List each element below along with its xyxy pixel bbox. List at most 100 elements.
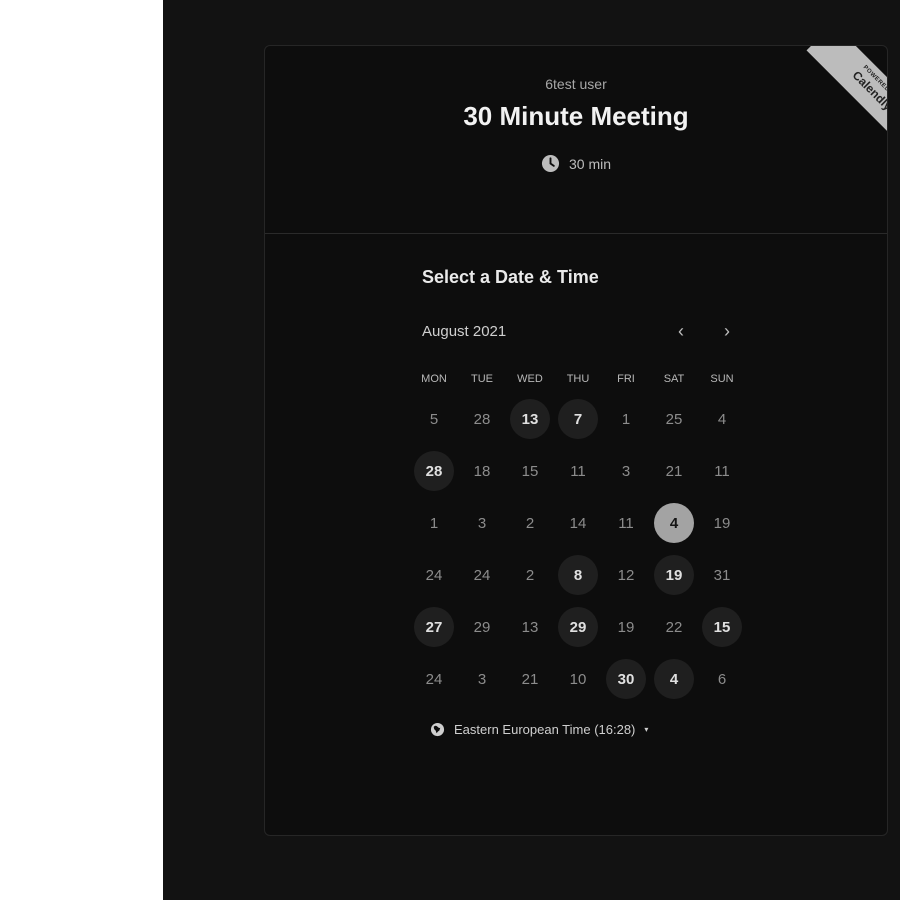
month-label: August 2021: [422, 323, 507, 340]
clock-icon: [541, 154, 560, 173]
calendar-day: 5: [429, 410, 439, 428]
calendar-day-cell: 24: [410, 549, 458, 601]
calendar-day-cell: 31: [698, 549, 746, 601]
calendar-day-cell: 15: [506, 445, 554, 497]
calendar-day-cell: 14: [554, 497, 602, 549]
calendar-day-available[interactable]: 27: [414, 607, 454, 647]
weekday-label: SAT: [663, 373, 685, 385]
calendar-day-selected[interactable]: 4: [654, 503, 694, 543]
chevron-right-icon: ›: [724, 320, 730, 341]
calendar-day-cell: 30: [602, 653, 650, 705]
calendar-day: 19: [713, 514, 731, 532]
left-blank-area: [0, 0, 163, 900]
calendar-day-available[interactable]: 4: [654, 659, 694, 699]
calendar-day: 11: [570, 462, 586, 480]
calendar-day: 31: [713, 566, 731, 584]
weekday-label: FRI: [617, 373, 635, 385]
calendar-day: 2: [525, 566, 535, 584]
calendar-week-row: 24 3 21 10 30 4 6: [410, 653, 746, 705]
calendar-day: 19: [617, 618, 635, 636]
calendar-day-cell: 21: [650, 445, 698, 497]
calendar-day-available[interactable]: 29: [558, 607, 598, 647]
globe-icon: [430, 722, 445, 737]
calendar-day-cell: 24: [458, 549, 506, 601]
calendar-day: 22: [665, 618, 683, 636]
calendar-week-row: 24 24 2 8 12 19 31: [410, 549, 746, 601]
calendar-day-cell: 4: [650, 653, 698, 705]
calendar-day-cell: 11: [554, 445, 602, 497]
calendar-day-cell: 11: [698, 445, 746, 497]
calendar-day: 24: [425, 670, 443, 688]
calendar-day: 1: [429, 514, 439, 532]
calendar-day-cell: 10: [554, 653, 602, 705]
calendar-day-cell: 11: [602, 497, 650, 549]
event-header: 6test user 30 Minute Meeting 30 min POWE…: [265, 46, 887, 234]
calendar-day: 15: [521, 462, 539, 480]
calendar-day-available[interactable]: 15: [702, 607, 742, 647]
weekday-label: TUE: [471, 373, 493, 385]
duration-text: 30 min: [568, 155, 612, 172]
next-month-button[interactable]: ›: [715, 319, 739, 343]
calendar-day-cell: 1: [410, 497, 458, 549]
weekday-label: MON: [421, 373, 447, 385]
calendar-week-row: 1 3 2 14 11 4 19: [410, 497, 746, 549]
calendar-day: 3: [477, 514, 487, 532]
calendar-day-cell: 13: [506, 601, 554, 653]
calendar-day-available[interactable]: 13: [510, 399, 550, 439]
weekday-label: SUN: [710, 373, 734, 385]
calendar-day-available[interactable]: 19: [654, 555, 694, 595]
calendar-day: 29: [473, 618, 491, 636]
calendar-day-cell: 3: [458, 653, 506, 705]
calendar-day: 14: [569, 514, 587, 532]
calendar-day-cell: 4: [650, 497, 698, 549]
calendar-day: 6: [717, 670, 727, 688]
calendar-day-cell: 3: [458, 497, 506, 549]
calendar-day-cell: 7: [554, 393, 602, 445]
calendar-day-cell: 3: [602, 445, 650, 497]
calendar-day: 24: [473, 566, 491, 584]
calendar-day: 24: [425, 566, 443, 584]
calendar-day-available[interactable]: 30: [606, 659, 646, 699]
calendar-day-cell: 5: [410, 393, 458, 445]
timezone-selector[interactable]: Eastern European Time (16:28) ▾: [430, 722, 648, 737]
calendar-day-cell: 22: [650, 601, 698, 653]
calendar-day-cell: 18: [458, 445, 506, 497]
calendar-day: 10: [569, 670, 587, 688]
calendar-day: 3: [477, 670, 487, 688]
booking-card: 6test user 30 Minute Meeting 30 min POWE…: [264, 45, 888, 836]
calendar-day-cell: 24: [410, 653, 458, 705]
calendar-day-cell: 19: [650, 549, 698, 601]
calendar-week-row: 27 29 13 29 19 22 15: [410, 601, 746, 653]
calendar-week-row: 28 18 15 11 3 21 11: [410, 445, 746, 497]
calendar-day: 25: [665, 410, 683, 428]
timezone-label: Eastern European Time (16:28): [454, 722, 636, 737]
weekday-label: WED: [517, 373, 543, 385]
caret-down-icon: ▾: [644, 725, 649, 734]
calendar-day-cell: 21: [506, 653, 554, 705]
calendar-day: 2: [525, 514, 535, 532]
host-name: 6test user: [545, 76, 607, 92]
calendar-day: 21: [521, 670, 539, 688]
calendar-day-cell: 19: [698, 497, 746, 549]
calendar-grid: 5 28 13 7 1 25 4 28 18 15 11 3 21 11 1 3 2 14 11 4 19 24 24 2 8 1…: [410, 393, 746, 705]
calendar-day: 13: [521, 618, 539, 636]
calendar-day-cell: 27: [410, 601, 458, 653]
calendar-day-cell: 29: [458, 601, 506, 653]
calendar-day: 11: [618, 514, 634, 532]
calendar-day-cell: 2: [506, 497, 554, 549]
calendar-day: 28: [473, 410, 491, 428]
calendar-day: 3: [621, 462, 631, 480]
calendar-day: 21: [665, 462, 683, 480]
calendar-day-cell: 28: [458, 393, 506, 445]
calendar-day-available[interactable]: 8: [558, 555, 598, 595]
prev-month-button[interactable]: ‹: [669, 319, 693, 343]
calendar-day-cell: 8: [554, 549, 602, 601]
calendar-day: 1: [621, 410, 631, 428]
calendar-day-cell: 4: [698, 393, 746, 445]
calendar-day-cell: 6: [698, 653, 746, 705]
calendar-day-available[interactable]: 7: [558, 399, 598, 439]
event-title: 30 Minute Meeting: [463, 101, 689, 131]
calendar-day-available[interactable]: 28: [414, 451, 454, 491]
calendar-day-cell: 12: [602, 549, 650, 601]
calendar-day-cell: 29: [554, 601, 602, 653]
